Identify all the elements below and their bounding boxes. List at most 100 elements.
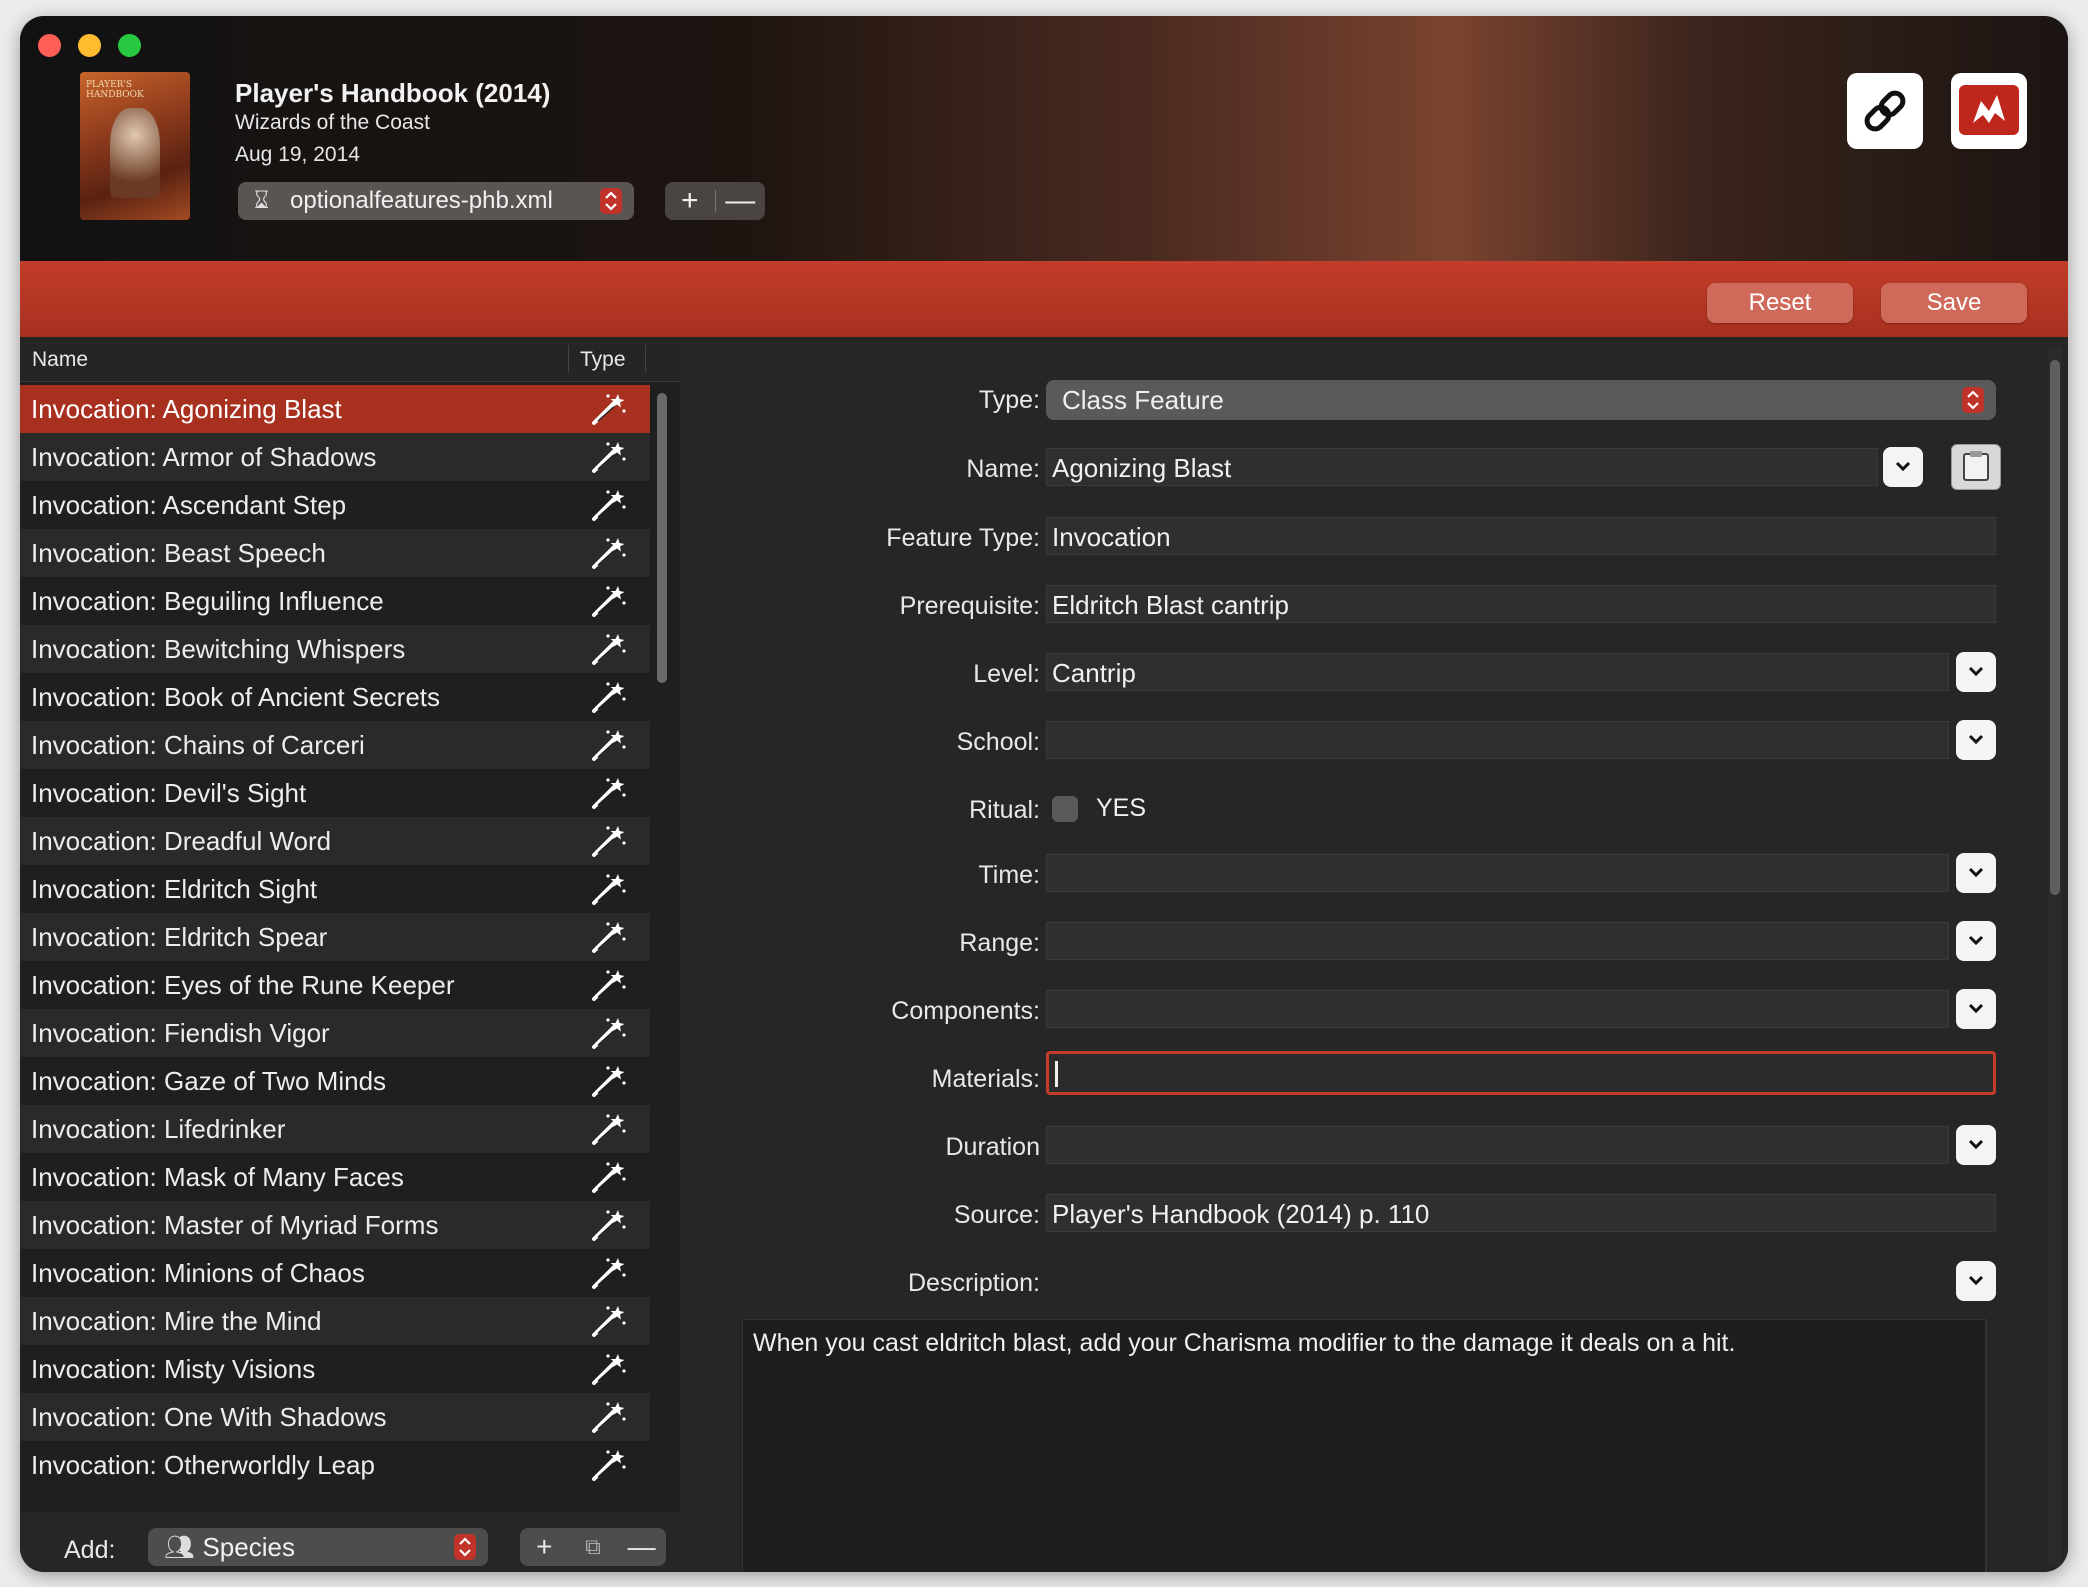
list-item[interactable]: Invocation: Dreadful Word — [20, 817, 650, 865]
chevron-down-icon — [1968, 666, 1984, 677]
list-item[interactable]: Invocation: Otherworldly Leap — [20, 1441, 650, 1489]
list-item[interactable]: Invocation: Mask of Many Faces — [20, 1153, 650, 1201]
list-item[interactable]: Invocation: Devil's Sight — [20, 769, 650, 817]
list-item[interactable]: Invocation: Armor of Shadows — [20, 433, 650, 481]
magic-wand-icon — [588, 1015, 628, 1051]
add-file-button[interactable]: + — [665, 184, 715, 218]
list-item[interactable]: Invocation: Misty Visions — [20, 1345, 650, 1393]
list-item[interactable]: Invocation: Lifedrinker — [20, 1105, 650, 1153]
components-field[interactable] — [1046, 990, 1949, 1028]
range-dropdown-button[interactable] — [1956, 921, 1996, 961]
list-item[interactable]: Invocation: Eldritch Spear — [20, 913, 650, 961]
popup-stepper-icon — [1962, 387, 1984, 413]
school-label: School: — [956, 728, 1040, 756]
ritual-checkbox[interactable] — [1052, 796, 1078, 822]
magic-wand-icon — [588, 775, 628, 811]
link-button[interactable] — [1847, 73, 1923, 149]
dragon-app-button[interactable] — [1951, 73, 2027, 149]
list-item[interactable]: Invocation: Fiendish Vigor — [20, 1009, 650, 1057]
list-item[interactable]: Invocation: Eldritch Sight — [20, 865, 650, 913]
duration-field[interactable] — [1046, 1126, 1949, 1164]
list-item-name: Invocation: Misty Visions — [31, 1354, 316, 1384]
prerequisite-field[interactable]: Eldritch Blast cantrip — [1046, 585, 1996, 623]
magic-wand-icon — [588, 535, 628, 571]
list-item-name: Invocation: Fiendish Vigor — [31, 1018, 330, 1048]
chevron-down-icon — [1968, 935, 1984, 946]
type-column-header[interactable]: Type — [580, 348, 626, 372]
remove-item-button[interactable]: — — [617, 1531, 666, 1563]
chevron-down-icon — [1968, 734, 1984, 745]
list-item[interactable]: Invocation: Minions of Chaos — [20, 1249, 650, 1297]
chevron-down-icon — [1968, 1275, 1984, 1286]
list-item[interactable]: Invocation: Bewitching Whispers — [20, 625, 650, 673]
list-item[interactable]: Invocation: Gaze of Two Minds — [20, 1057, 650, 1105]
magic-wand-icon — [588, 631, 628, 667]
feature-list: Invocation: Agonizing Blast Invocation: A… — [20, 385, 650, 1489]
remove-file-button[interactable]: — — [716, 184, 766, 218]
app-window: PLAYER'S HANDBOOK Player's Handbook (201… — [20, 16, 2068, 1572]
list-item-name: Invocation: Mire the Mind — [31, 1306, 322, 1336]
materials-field[interactable] — [1046, 1051, 1996, 1095]
add-item-button[interactable]: + — [520, 1531, 569, 1563]
name-field[interactable]: Agonizing Blast — [1046, 448, 1878, 486]
time-field[interactable] — [1046, 854, 1949, 892]
materials-label: Materials: — [931, 1065, 1040, 1093]
list-item[interactable]: Invocation: Agonizing Blast — [20, 385, 650, 433]
ritual-label: Ritual: — [969, 796, 1040, 824]
add-label: Add: — [64, 1536, 116, 1564]
file-selector-popup[interactable]: ⌛︎ optionalfeatures-phb.xml — [238, 182, 634, 220]
name-column-header[interactable]: Name — [32, 348, 88, 372]
magic-wand-icon — [588, 439, 628, 475]
range-field[interactable] — [1046, 922, 1949, 960]
description-scrollbar[interactable] — [1986, 1319, 2013, 1572]
list-item[interactable]: Invocation: Master of Myriad Forms — [20, 1201, 650, 1249]
duplicate-item-button[interactable]: ⧉ — [569, 1534, 618, 1560]
notes-button[interactable] — [1951, 444, 2001, 490]
name-dropdown-button[interactable] — [1883, 447, 1923, 487]
list-item[interactable]: Invocation: Book of Ancient Secrets — [20, 673, 650, 721]
school-field[interactable] — [1046, 721, 1949, 759]
magic-wand-icon — [588, 1111, 628, 1147]
type-popup[interactable]: Class Feature — [1046, 380, 1996, 420]
list-item-name: Invocation: Eyes of the Rune Keeper — [31, 970, 455, 1000]
list-item[interactable]: Invocation: Beguiling Influence — [20, 577, 650, 625]
file-selector-value: optionalfeatures-phb.xml — [290, 187, 553, 214]
hourglass-icon: ⌛︎ — [254, 187, 270, 214]
reset-button[interactable]: Reset — [1707, 283, 1853, 323]
chevron-down-icon — [1895, 461, 1911, 472]
list-item[interactable]: Invocation: Eyes of the Rune Keeper — [20, 961, 650, 1009]
list-item[interactable]: Invocation: One With Shadows — [20, 1393, 650, 1441]
list-item-name: Invocation: Gaze of Two Minds — [31, 1066, 387, 1096]
time-dropdown-button[interactable] — [1956, 853, 1996, 893]
list-item-name: Invocation: Mask of Many Faces — [31, 1162, 404, 1192]
description-textarea[interactable]: When you cast eldritch blast, add your C… — [742, 1319, 1986, 1572]
time-label: Time: — [978, 861, 1040, 889]
close-button[interactable] — [38, 34, 61, 57]
zoom-button[interactable] — [118, 34, 141, 57]
level-dropdown-button[interactable] — [1956, 652, 1996, 692]
book-cover-image: PLAYER'S HANDBOOK — [80, 72, 190, 220]
save-button[interactable]: Save — [1881, 283, 2027, 323]
list-item[interactable]: Invocation: Mire the Mind — [20, 1297, 650, 1345]
ritual-checkbox-label[interactable]: YES — [1096, 794, 1146, 823]
list-item[interactable]: Invocation: Ascendant Step — [20, 481, 650, 529]
form-scrollbar[interactable] — [2048, 346, 2062, 1566]
duration-label: Duration — [945, 1133, 1041, 1161]
list-item-name: Invocation: Eldritch Sight — [31, 874, 318, 904]
link-icon — [1864, 90, 1906, 132]
description-dropdown-button[interactable] — [1956, 1261, 1996, 1301]
level-field[interactable]: Cantrip — [1046, 653, 1949, 691]
dragon-icon — [1959, 85, 2019, 135]
list-item[interactable]: Invocation: Beast Speech — [20, 529, 650, 577]
magic-wand-icon — [588, 919, 628, 955]
magic-wand-icon — [588, 1159, 628, 1195]
list-item[interactable]: Invocation: Chains of Carceri — [20, 721, 650, 769]
add-type-popup[interactable]: 👥︎ Species — [148, 1528, 488, 1566]
feature-type-field[interactable]: Invocation — [1046, 517, 1996, 555]
duration-dropdown-button[interactable] — [1956, 1125, 1996, 1165]
components-dropdown-button[interactable] — [1956, 989, 1996, 1029]
school-dropdown-button[interactable] — [1956, 720, 1996, 760]
add-type-value: Species — [202, 1531, 295, 1562]
source-field[interactable]: Player's Handbook (2014) p. 110 — [1046, 1194, 1996, 1232]
minimize-button[interactable] — [78, 34, 101, 57]
